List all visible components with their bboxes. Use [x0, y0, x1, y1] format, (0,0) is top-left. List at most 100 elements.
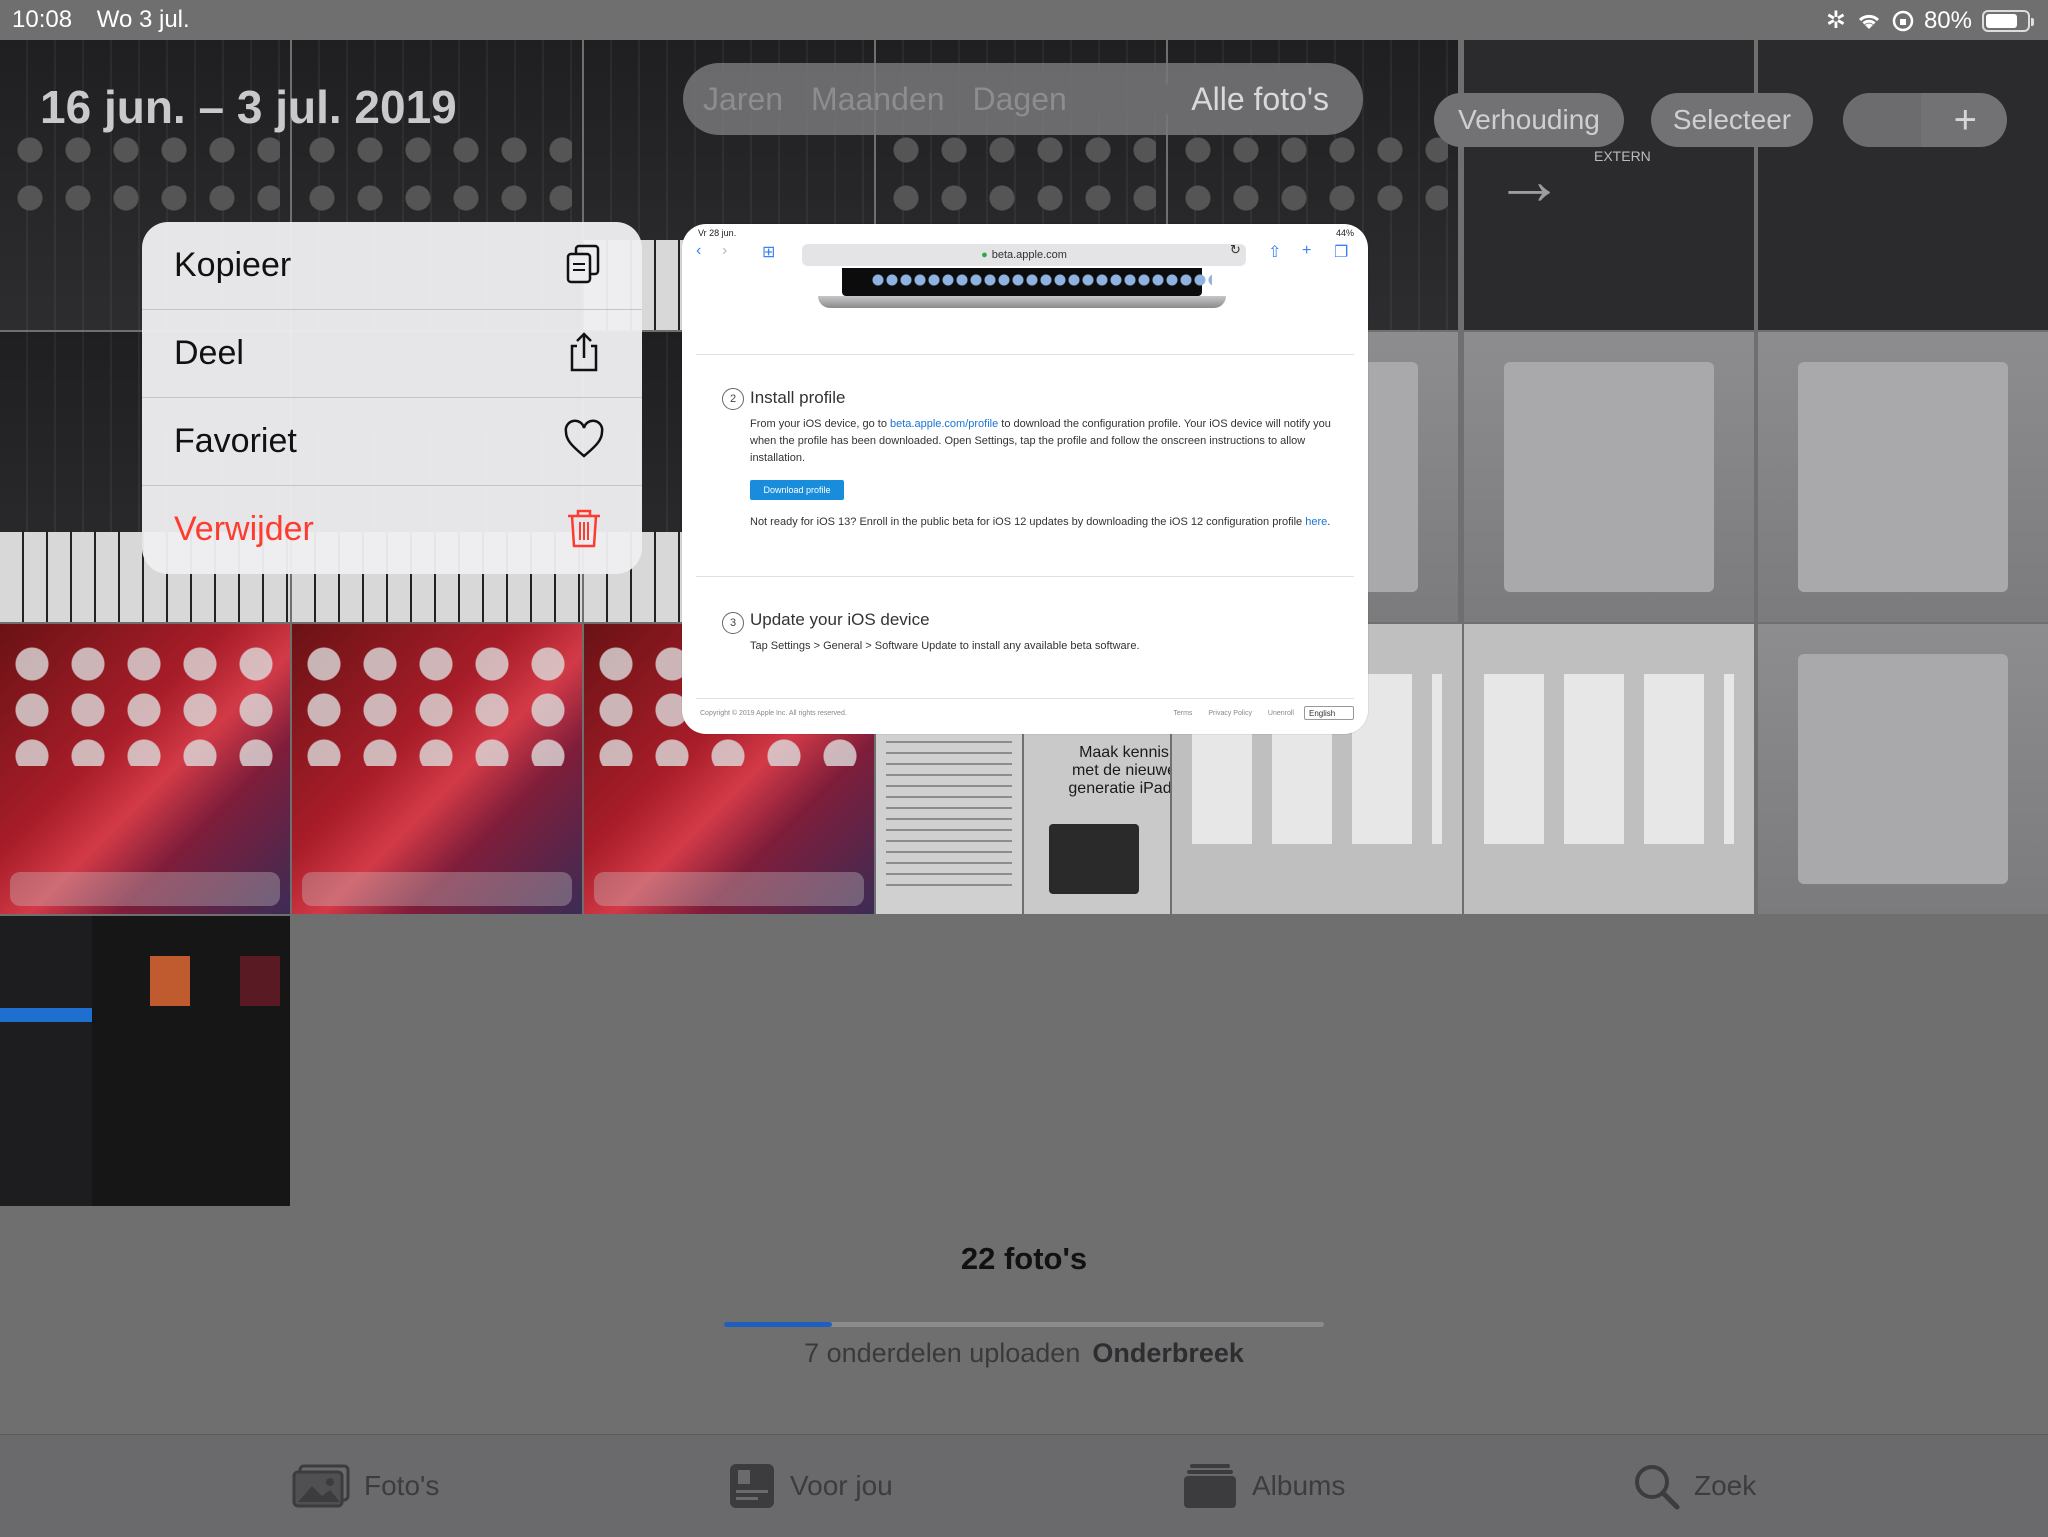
preview-status-bar: Vr 28 jun. 44% — [682, 224, 1368, 246]
thumbnail-content — [1049, 824, 1139, 894]
tab-bar: Foto's Voor jou Albums Zoek — [0, 1434, 2048, 1537]
step-3-body: Tap Settings > General > Software Update… — [750, 640, 1140, 652]
tab-years[interactable]: Jaren — [689, 69, 797, 129]
thumbnail-content — [0, 1008, 92, 1022]
wifi-icon — [1858, 14, 1879, 29]
more-button-segment[interactable] — [1843, 93, 1921, 147]
step-2-number: 2 — [722, 388, 744, 410]
step-2-text: From your iOS device, go to — [750, 418, 890, 430]
albums-icon — [1184, 1464, 1236, 1508]
battery-percentage: 80% — [1923, 6, 1972, 34]
photo-thumbnail[interactable] — [0, 916, 290, 1206]
photo-thumbnail[interactable] — [1464, 332, 1754, 622]
view-segmented-control[interactable]: Jaren Maanden Dagen Alle foto's — [683, 63, 1363, 135]
for-you-icon — [730, 1464, 774, 1508]
thumbnail-content — [10, 130, 280, 230]
tab-albums[interactable]: Albums — [1182, 1461, 1345, 1511]
trash-icon — [568, 509, 600, 548]
forward-icon: › — [722, 242, 728, 259]
tab-months[interactable]: Maanden — [797, 69, 958, 129]
date-range-title: 16 jun. – 3 jul. 2019 — [40, 81, 457, 133]
status-date: Wo 3 jul. — [96, 6, 190, 33]
tab-label: Foto's — [364, 1470, 440, 1501]
menu-item-label: Favoriet — [174, 422, 297, 460]
add-button[interactable]: + — [1843, 93, 2007, 147]
tab-search[interactable]: Zoek — [1632, 1461, 1756, 1511]
upload-status-text: 7 onderdelen uploaden — [804, 1338, 1081, 1368]
menu-item-copy[interactable]: Kopieer — [142, 222, 642, 310]
laptop-dock-icons — [872, 274, 1212, 286]
menu-item-delete[interactable]: Verwijder — [142, 486, 642, 574]
select-button[interactable]: Selecteer — [1651, 93, 1813, 147]
battery-icon — [1982, 9, 2034, 32]
download-profile-button: Download profile — [750, 480, 844, 500]
step-3-number: 3 — [722, 612, 744, 634]
thumbnail-content — [10, 872, 280, 906]
menu-item-share[interactable]: Deel — [142, 310, 642, 398]
step-2-note: Not ready for iOS 13? Enroll in the publ… — [750, 514, 1356, 531]
battery-fill — [1986, 13, 2018, 28]
tab-for-you[interactable]: Voor jou — [728, 1461, 893, 1511]
pause-upload-button[interactable]: Onderbreek — [1092, 1338, 1244, 1368]
preview-status-date: Vr 28 jun. — [698, 228, 737, 238]
thumbnail-text: EXTERN — [1594, 148, 1651, 164]
footer-link-unenroll: Unenroll — [1267, 710, 1294, 717]
photo-thumbnail[interactable] — [0, 624, 290, 914]
laptop-base — [818, 296, 1226, 308]
menu-item-label: Deel — [174, 334, 244, 372]
share-icon — [570, 332, 598, 372]
tab-days[interactable]: Dagen — [958, 69, 1080, 129]
thumbnail-content — [1798, 362, 2008, 592]
menu-item-favorite[interactable]: Favoriet — [142, 398, 642, 486]
thumbnail-content — [240, 956, 280, 1006]
laptop-screen — [842, 268, 1212, 296]
orientation-lock-icon — [1892, 10, 1914, 31]
menu-item-label: Verwijder — [174, 510, 314, 548]
step-2-title: Install profile — [750, 388, 846, 407]
tab-all-photos[interactable]: Alle foto's — [1163, 69, 1357, 129]
thumbnail-content — [0, 916, 92, 1206]
ios12-profile-link: here — [1305, 516, 1328, 528]
thumbnail-content — [306, 646, 566, 766]
status-bar: 10:08 Wo 3 jul. ✲ 80% — [0, 0, 2048, 40]
photo-thumbnail[interactable]: → EXTERN — [1464, 40, 1754, 330]
back-icon: ‹ — [696, 242, 702, 259]
profile-link: beta.apple.com/profile — [890, 418, 999, 430]
thumbnail-content — [1504, 362, 1714, 592]
preview-url-bar: ● beta.apple.com — [802, 244, 1246, 266]
photo-preview[interactable]: Vr 28 jun. 44% ‹ › ⊞ ● beta.apple.com ↻ ⇧… — [682, 224, 1368, 734]
photo-thumbnail[interactable] — [1758, 332, 2048, 622]
new-tab-icon: + — [1302, 242, 1312, 259]
preview-url: beta.apple.com — [991, 249, 1067, 261]
search-icon — [1635, 1465, 1680, 1510]
thumbnail-content — [886, 130, 1156, 230]
step-2-note-text: Not ready for iOS 13? Enroll in the publ… — [750, 516, 1306, 528]
upload-progress-bar — [724, 1322, 1324, 1327]
footer-links: Terms Privacy Policy Unenroll — [1159, 710, 1294, 717]
divider — [696, 576, 1354, 577]
thumbnail-content — [14, 646, 274, 766]
plus-icon: + — [1953, 98, 1977, 142]
reload-icon: ↻ — [1230, 242, 1241, 257]
photo-count: 22 foto's — [960, 1241, 1088, 1276]
photo-thumbnail[interactable] — [1464, 624, 1754, 914]
thumbnail-content — [1178, 130, 1448, 230]
tabs-icon: ❐ — [1334, 244, 1349, 261]
laptop-image — [818, 268, 1226, 308]
photo-thumbnail[interactable] — [292, 624, 582, 914]
tab-label: Voor jou — [790, 1470, 893, 1501]
preview-footer: Copyright © 2019 Apple Inc. All rights r… — [700, 706, 1354, 722]
aspect-ratio-button[interactable]: Verhouding — [1434, 93, 1624, 147]
tab-photos[interactable]: Foto's — [292, 1461, 439, 1511]
tab-label: Albums — [1252, 1470, 1346, 1501]
photos-icon — [292, 1464, 350, 1508]
photo-thumbnail[interactable] — [1758, 624, 2048, 914]
step-2-note-text: . — [1327, 516, 1331, 528]
brightness-icon: ✲ — [1825, 7, 1846, 34]
tab-label: Zoek — [1694, 1470, 1757, 1501]
preview-status-battery: 44% — [1335, 228, 1354, 238]
thumbnail-text: Maak kennis met de nieuwe generatie iPad… — [1068, 744, 1170, 797]
arrow-right-icon: → — [1494, 141, 1564, 219]
photo-thumbnail[interactable] — [1758, 40, 2048, 330]
thumbnail-content — [594, 872, 864, 906]
